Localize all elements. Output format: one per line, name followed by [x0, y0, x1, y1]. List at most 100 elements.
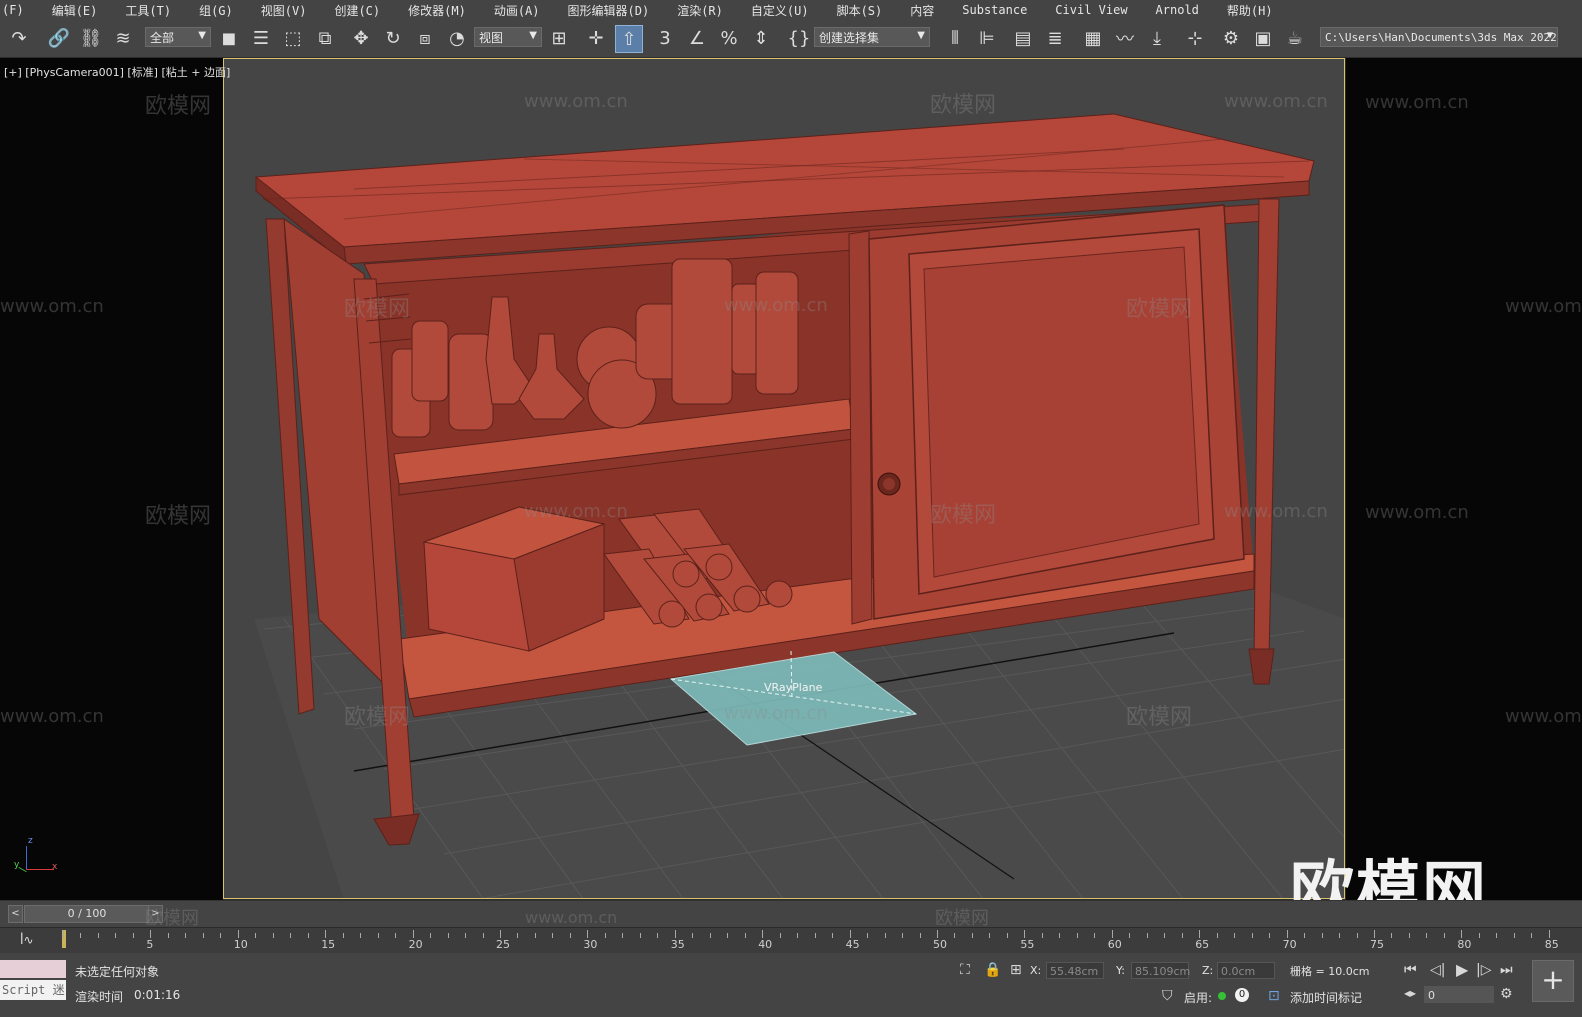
rectangular-selection-icon[interactable]: ⬚	[280, 25, 306, 51]
dope-sheet-icon[interactable]: ⤓	[1144, 25, 1170, 51]
timeline-tick-label: 10	[233, 938, 248, 951]
snaps-toggle-icon[interactable]: 3	[652, 25, 678, 51]
link-icon[interactable]: 🔗	[46, 25, 72, 51]
named-selection-sets-dropdown[interactable]: 创建选择集 ▼	[814, 27, 930, 47]
select-manipulate-icon[interactable]: ✛	[583, 25, 609, 51]
go-to-end-icon[interactable]: ⏭	[1500, 962, 1513, 978]
curve-editor-mini-icon[interactable]: ꟾ∿	[20, 933, 34, 947]
align-icon[interactable]: ⊫	[974, 25, 1000, 51]
spinner-snap-icon[interactable]: ⇕	[748, 25, 774, 51]
timeline-tick	[97, 933, 99, 938]
menu-create[interactable]: 创建(C)	[334, 2, 380, 19]
angle-snap-icon[interactable]: ∠	[684, 25, 710, 51]
next-frame-icon[interactable]: |▷	[1476, 962, 1491, 978]
menu-content[interactable]: 内容	[910, 2, 934, 19]
mirror-icon[interactable]: ⫴	[942, 25, 968, 51]
timeline-tick	[867, 933, 869, 938]
timeline-tick-label: 80	[1457, 938, 1472, 951]
project-folder-dropdown[interactable]: C:\Users\Han\Documents\3ds Max 2022 ▼	[1320, 27, 1558, 47]
key-mode-icon[interactable]: ◂▸	[1404, 986, 1416, 1000]
rotate-icon[interactable]: ↻	[380, 25, 406, 51]
add-time-tag-button[interactable]: 添加时间标记	[1290, 989, 1362, 1006]
previous-frame-icon[interactable]: ◁|	[1430, 962, 1445, 978]
menu-group[interactable]: 组(G)	[199, 2, 233, 19]
timeline-tick	[1443, 933, 1445, 938]
menu-file[interactable]: (F)	[2, 3, 24, 17]
layer-explorer-icon[interactable]: ≣	[1042, 25, 1068, 51]
script-label: Script 迷	[2, 983, 65, 997]
timeline-tick	[500, 930, 501, 938]
render-production-icon[interactable]: ☕	[1282, 25, 1308, 51]
watermark-logo: 欧模网	[1126, 705, 1193, 730]
axis-y-label: y	[14, 860, 20, 870]
timeline-tick	[849, 930, 851, 938]
maxscript-listener-mini[interactable]	[0, 960, 66, 978]
window-crossing-icon[interactable]: ⧉	[312, 25, 338, 51]
render-setup-icon[interactable]: ⚙	[1218, 25, 1244, 51]
x-coord-label: X:	[1030, 964, 1042, 977]
absolute-mode-icon[interactable]: ⊞	[1010, 962, 1022, 978]
camera-viewport[interactable]: VRayPlane 欧模网 www.om.cn 欧模网 www.om.cn 欧模…	[223, 58, 1345, 899]
curve-editor-icon[interactable]: 〰	[1112, 25, 1138, 51]
timeline-tick	[167, 933, 169, 938]
timeline-tick	[1531, 933, 1533, 938]
rendered-frame-window-icon[interactable]: ▣	[1250, 25, 1276, 51]
enable-counter[interactable]: 0	[1235, 988, 1249, 1002]
y-coord-value: 85.109cm	[1135, 965, 1191, 978]
prev-frame-arrow-icon[interactable]: <	[8, 905, 23, 923]
menu-rendering[interactable]: 渲染(R)	[677, 2, 723, 19]
select-object-icon[interactable]: ◼	[216, 25, 242, 51]
move-icon[interactable]: ✥	[348, 25, 374, 51]
go-to-start-icon[interactable]: ⏮	[1404, 962, 1417, 978]
y-coord-field[interactable]: 85.109cm	[1131, 962, 1191, 979]
time-tag-icon[interactable]: ⊡	[1268, 988, 1280, 1004]
isolate-selection-icon[interactable]: ⛶	[960, 962, 970, 978]
menu-scripting[interactable]: 脚本(S)	[837, 2, 883, 19]
ribbon-icon[interactable]: ▦	[1080, 25, 1106, 51]
redo-icon[interactable]: ↷	[6, 25, 32, 51]
edit-named-selection-icon[interactable]: {}	[786, 25, 812, 51]
pivot-center-icon[interactable]: ⊞	[546, 25, 572, 51]
menu-modifiers[interactable]: 修改器(M)	[408, 2, 466, 19]
unlink-icon[interactable]: ⛓	[78, 25, 104, 51]
menu-animation[interactable]: 动画(A)	[494, 2, 540, 19]
watermark-logo: 欧模网	[930, 503, 997, 528]
current-frame-value: 0	[1428, 989, 1435, 1002]
current-frame-field[interactable]: 0	[1424, 986, 1494, 1003]
frame-display: 0 / 100	[67, 907, 107, 920]
menu-tools[interactable]: 工具(T)	[125, 2, 171, 19]
keyboard-shortcut-override-icon[interactable]: ⇧	[615, 25, 643, 53]
time-config-icon[interactable]: ⚙	[1500, 986, 1513, 1002]
menu-view[interactable]: 视图(V)	[261, 2, 307, 19]
timeline-tick	[1391, 933, 1393, 938]
menu-help[interactable]: 帮助(H)	[1227, 2, 1273, 19]
add-viewport-button[interactable]: +	[1532, 960, 1574, 1002]
scene-explorer-icon[interactable]: ▤	[1010, 25, 1036, 51]
menu-graph-editors[interactable]: 图形编辑器(D)	[568, 2, 650, 19]
menu-edit[interactable]: 编辑(E)	[52, 2, 98, 19]
time-slider[interactable]: 0 / 100	[24, 905, 150, 923]
adaptive-degradation-icon[interactable]: ⛉	[1162, 988, 1173, 1004]
menu-civil-view[interactable]: Civil View	[1055, 3, 1127, 17]
play-icon[interactable]: ▶	[1456, 960, 1468, 979]
scale-icon[interactable]: ⧈	[412, 25, 438, 51]
menu-substance[interactable]: Substance	[962, 3, 1027, 17]
timeline-tick	[1164, 933, 1166, 938]
percent-snap-icon[interactable]: %	[716, 25, 742, 51]
timeline-tick	[674, 930, 676, 938]
reference-coord-dropdown[interactable]: 视图 ▼	[474, 27, 542, 47]
menu-customize[interactable]: 自定义(U)	[751, 2, 809, 19]
x-coord-field[interactable]: 55.48cm	[1046, 962, 1104, 979]
render-time-label: 渲染时间	[75, 990, 124, 1004]
selection-filter-dropdown[interactable]: 全部 ▼	[145, 27, 211, 47]
place-icon[interactable]: ◔	[444, 25, 470, 51]
chevron-down-icon: ▼	[917, 30, 925, 41]
menu-arnold[interactable]: Arnold	[1156, 3, 1199, 17]
viewport-label[interactable]: [+] [PhysCamera001] [标准] [粘土 + 边面]	[4, 64, 230, 80]
schematic-view-icon[interactable]: ⊹	[1182, 25, 1208, 51]
select-by-name-icon[interactable]: ☰	[248, 25, 274, 51]
maxscript-input[interactable]: Script 迷	[0, 980, 66, 1000]
z-coord-field[interactable]: 0.0cm	[1217, 962, 1275, 979]
bind-spacewarp-icon[interactable]: ≋	[110, 25, 136, 51]
selection-lock-icon[interactable]: 🔒	[984, 962, 1001, 978]
